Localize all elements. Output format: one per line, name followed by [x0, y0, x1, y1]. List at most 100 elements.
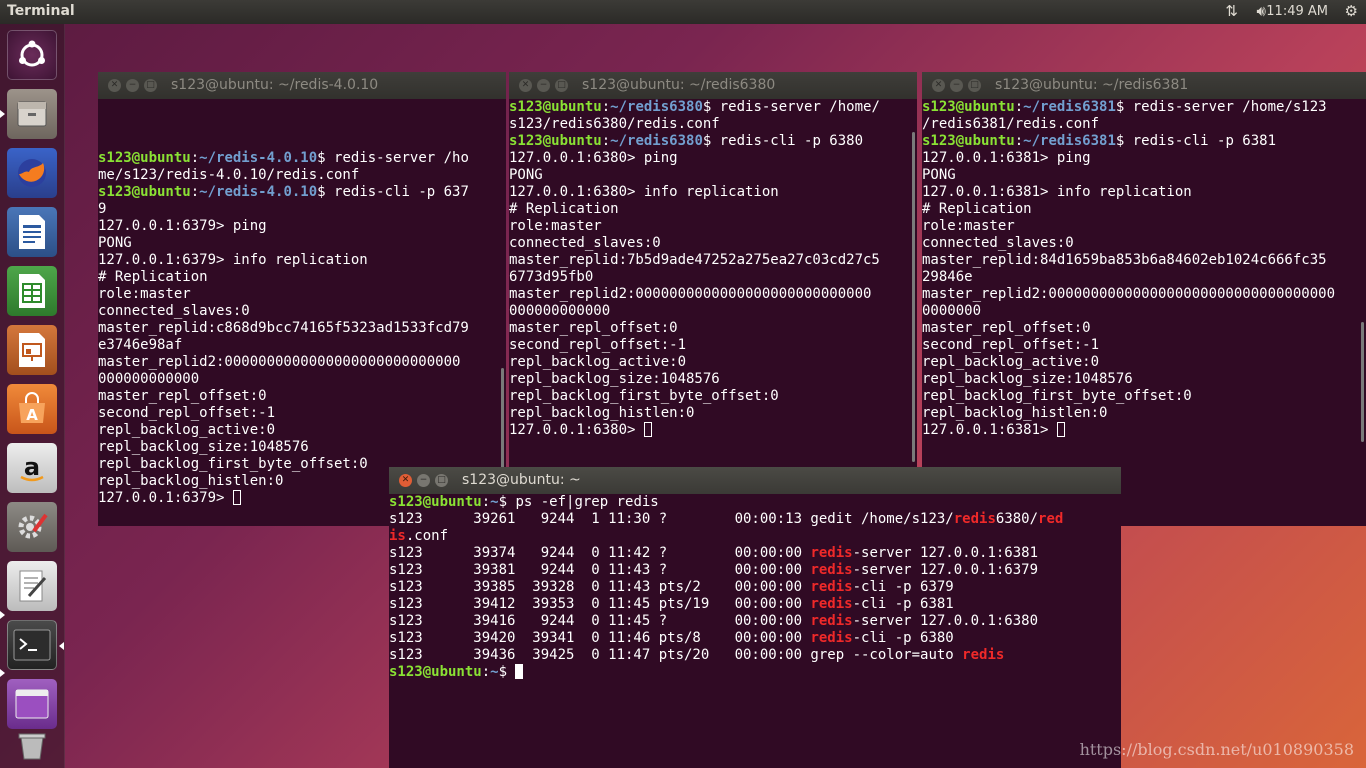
- maximize-icon[interactable]: □: [555, 79, 568, 92]
- close-icon[interactable]: ✕: [399, 474, 412, 487]
- terminal-line: repl_backlog_size:1048576: [98, 439, 309, 455]
- terminal-window-redis6380[interactable]: ✕ − □ s123@ubuntu: ~/redis6380 s123@ubun…: [509, 72, 917, 467]
- terminal-text: $ redis-server /ho: [317, 150, 469, 166]
- terminal-line: s123@ubuntu:~/redis6381$ redis-cli -p 63…: [922, 133, 1366, 150]
- terminal-line: s123 39420 39341 0 11:46 pts/8 00:00:00 …: [389, 630, 1121, 647]
- terminal-line: PONG: [98, 235, 132, 251]
- libreoffice-writer-icon[interactable]: [7, 207, 57, 257]
- prompt-path: ~/redis6381: [1023, 133, 1116, 149]
- terminal-line: 9: [98, 201, 107, 217]
- terminal-line: master_replid:7b5d9ade47252a275ea27c03cd…: [509, 252, 880, 268]
- terminal-text: 6380/: [995, 511, 1039, 527]
- terminal-line: master_repl_offset:0: [98, 388, 267, 404]
- firefox-icon[interactable]: [7, 148, 57, 198]
- terminal-output[interactable]: s123@ubuntu:~/redis6380$ redis-server /h…: [509, 99, 917, 439]
- window-titlebar[interactable]: ✕ − □ s123@ubuntu: ~/redis-4.0.10: [98, 72, 506, 99]
- minimize-icon[interactable]: −: [126, 79, 139, 92]
- prompt-path: ~/redis-4.0.10: [199, 150, 318, 166]
- system-settings-icon[interactable]: [7, 502, 57, 552]
- maximize-icon[interactable]: □: [968, 79, 981, 92]
- maximize-icon[interactable]: □: [144, 79, 157, 92]
- terminal-text: $ redis-cli -p 6381: [1115, 133, 1277, 149]
- minimize-icon[interactable]: −: [950, 79, 963, 92]
- svg-text:A: A: [26, 406, 38, 424]
- software-center-icon[interactable]: A: [7, 384, 57, 434]
- terminal-line: second_repl_offset:-1: [922, 337, 1100, 353]
- terminal-text: -server 127.0.0.1:6380: [852, 613, 1039, 629]
- terminal-text: $ redis-server /home/s123: [1115, 99, 1327, 115]
- terminal-line: 127.0.0.1:6381> ping: [922, 150, 1091, 166]
- window-icon[interactable]: [7, 679, 57, 729]
- minimize-icon[interactable]: −: [417, 474, 430, 487]
- terminal-line: 127.0.0.1:6381> info replication: [922, 184, 1192, 200]
- libreoffice-calc-icon[interactable]: [7, 266, 57, 316]
- prompt-user: s123@ubuntu: [509, 99, 602, 115]
- terminal-text: :: [601, 99, 611, 115]
- text-editor-icon[interactable]: [7, 561, 57, 611]
- terminal-line: connected_slaves:0: [98, 303, 250, 319]
- scrollbar[interactable]: [912, 132, 915, 462]
- terminal-window-redis6381[interactable]: ✕ − □ s123@ubuntu: ~/redis6381 s123@ubun…: [922, 72, 1366, 526]
- files-icon[interactable]: [7, 89, 57, 139]
- terminal-line: repl_backlog_first_byte_offset:0: [509, 388, 779, 404]
- terminal-icon[interactable]: [7, 620, 57, 670]
- terminal-line: master_replid:84d1659ba853b6a84602eb1024…: [922, 252, 1327, 268]
- terminal-line: second_repl_offset:-1: [98, 405, 276, 421]
- terminal-output[interactable]: s123@ubuntu:~$ ps -ef|grep redis s123 392…: [389, 494, 1121, 681]
- terminal-line: 000000000000: [98, 371, 200, 387]
- grep-match: redis: [810, 545, 853, 561]
- prompt-user: s123@ubuntu: [389, 664, 482, 680]
- scrollbar[interactable]: [1361, 322, 1364, 442]
- terminal-line: # Replication: [922, 201, 1032, 217]
- window-titlebar[interactable]: ✕ − □ s123@ubuntu: ~/redis6381: [922, 72, 1366, 99]
- terminal-text: $: [498, 664, 516, 680]
- terminal-text: s123 39381 9244 0 11:43 ? 00:00:00: [389, 562, 811, 578]
- terminal-line: repl_backlog_active:0: [922, 354, 1100, 370]
- prompt-path: ~/redis6380: [610, 99, 703, 115]
- terminal-text: -server 127.0.0.1:6379: [852, 562, 1039, 578]
- ubuntu-dash-icon[interactable]: [7, 30, 57, 80]
- terminal-line: s123/redis6380/redis.conf: [509, 116, 720, 132]
- terminal-text: :: [481, 494, 491, 510]
- terminal-line: repl_backlog_first_byte_offset:0: [922, 388, 1192, 404]
- prompt-user: s123@ubuntu: [98, 150, 191, 166]
- trash-icon[interactable]: [7, 729, 57, 763]
- clock[interactable]: 11:49 AM: [1266, 4, 1328, 19]
- network-updown-icon[interactable]: ⇅: [1225, 2, 1238, 20]
- terminal-line: 127.0.0.1:6379> info replication: [98, 252, 368, 268]
- close-icon[interactable]: ✕: [108, 79, 121, 92]
- terminal-line: /redis6381/redis.conf: [922, 116, 1100, 132]
- text-cursor: [232, 490, 241, 505]
- terminal-output[interactable]: s123@ubuntu: ~/redis-4.0.10$ redis-server…: [98, 99, 506, 507]
- volume-icon[interactable]: 🔊︎: [1257, 2, 1266, 20]
- terminal-line: master_replid2:0000000000000000000000000…: [509, 286, 872, 302]
- terminal-window-redis-4[interactable]: ✕ − □ s123@ubuntu: ~/redis-4.0.10 s123@u…: [98, 72, 506, 526]
- terminal-line: s123 39385 39328 0 11:43 pts/2 00:00:00 …: [389, 579, 1121, 596]
- close-icon[interactable]: ✕: [932, 79, 945, 92]
- window-titlebar[interactable]: ✕ − □ s123@ubuntu: ~/redis6380: [509, 72, 917, 99]
- terminal-text: s123 39261 9244 1 11:30 ? 00:00:13 gedit…: [389, 511, 954, 527]
- terminal-text: $ redis-server /home/: [702, 99, 880, 115]
- terminal-window-home[interactable]: ✕ − □ s123@ubuntu: ~ s123@ubuntu:~$ ps -…: [389, 467, 1121, 768]
- gear-icon[interactable]: ⚙: [1345, 2, 1358, 20]
- terminal-text: :: [1014, 99, 1024, 115]
- window-titlebar[interactable]: ✕ − □ s123@ubuntu: ~: [389, 467, 1121, 494]
- grep-match: redis: [962, 647, 1005, 663]
- terminal-line: repl_backlog_active:0: [98, 422, 276, 438]
- terminal-output[interactable]: s123@ubuntu:~/redis6381$ redis-server /h…: [922, 99, 1366, 439]
- prompt-user: s123@ubuntu: [389, 494, 482, 510]
- minimize-icon[interactable]: −: [537, 79, 550, 92]
- top-panel: Terminal ⇅ 🔊︎ 11:49 AM ⚙: [0, 0, 1366, 24]
- terminal-line: s123 39374 9244 0 11:42 ? 00:00:00 redis…: [389, 545, 1121, 562]
- grep-match: is: [389, 528, 406, 544]
- prompt-user: s123@ubuntu: [98, 184, 191, 200]
- prompt-path: ~: [490, 494, 499, 510]
- libreoffice-impress-icon[interactable]: [7, 325, 57, 375]
- amazon-icon[interactable]: a: [7, 443, 57, 493]
- terminal-text: -server 127.0.0.1:6381: [852, 545, 1039, 561]
- maximize-icon[interactable]: □: [435, 474, 448, 487]
- close-icon[interactable]: ✕: [519, 79, 532, 92]
- terminal-line: master_replid2:0000000000000000000000000…: [98, 354, 461, 370]
